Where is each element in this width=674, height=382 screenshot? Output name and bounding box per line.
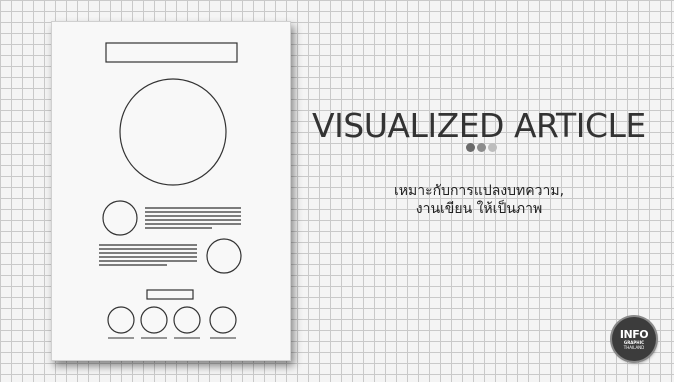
slide-title: VISUALIZED ARTICLE bbox=[312, 106, 646, 145]
wireframe-bottom-circle bbox=[209, 306, 237, 334]
description-line: เหมาะกับการแปลงบทความ, bbox=[393, 183, 565, 199]
wireframe-bottom-circle bbox=[140, 306, 168, 334]
slide-description: เหมาะกับการแปลงบทความ, งานเขียน ให้เป็นภ… bbox=[364, 182, 594, 218]
logo-text: INFO bbox=[619, 327, 649, 341]
description-line: งานเขียน ให้เป็นภาพ bbox=[415, 201, 543, 217]
wireframe-caption-box bbox=[146, 289, 194, 300]
wireframe-bottom-circle bbox=[107, 306, 135, 334]
infographic-thailand-logo: INFO GRAPHIC THAILAND bbox=[612, 317, 656, 361]
article-wireframe-sheet bbox=[51, 21, 291, 361]
wireframe-bottom-circle bbox=[173, 306, 201, 334]
wireframe-small-circle-left bbox=[102, 200, 138, 236]
wireframe-title-box bbox=[105, 42, 238, 63]
wireframe-text-lines-left bbox=[99, 244, 197, 266]
wireframe-text-lines-right bbox=[145, 207, 241, 229]
pager-dot[interactable] bbox=[466, 143, 475, 152]
wireframe-small-circle-right bbox=[206, 238, 242, 274]
wireframe-hero-circle bbox=[119, 78, 227, 186]
pager-dot[interactable] bbox=[488, 143, 497, 152]
logo-text: THAILAND bbox=[623, 344, 645, 350]
pager-dots bbox=[466, 143, 497, 152]
logo-text: GRAPHIC bbox=[623, 339, 645, 345]
pager-dot[interactable] bbox=[477, 143, 486, 152]
wireframe-illustration bbox=[99, 42, 242, 339]
